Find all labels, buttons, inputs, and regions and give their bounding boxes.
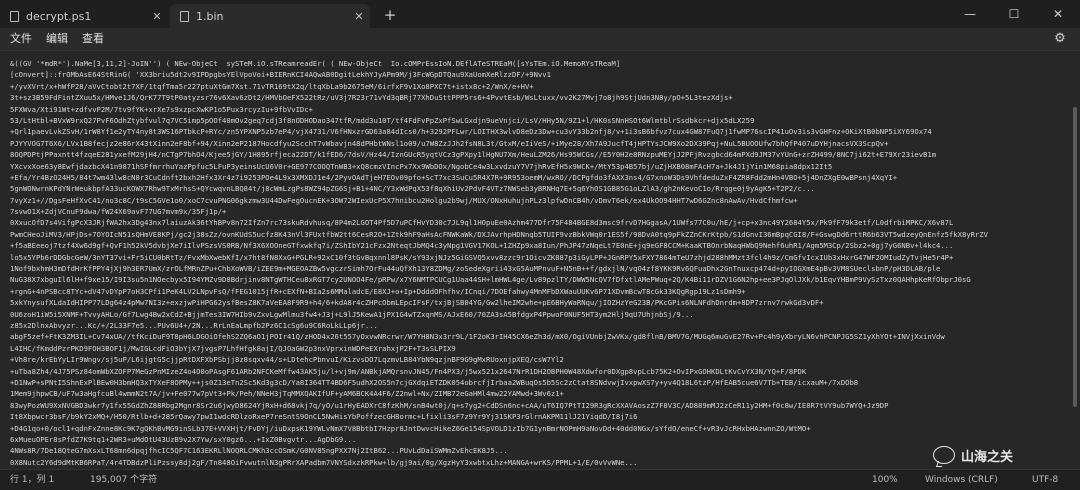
settings-gear-icon[interactable]: ⚙ <box>1052 31 1068 47</box>
code-line: 83wyPozWU9XxNVGBD3wkr7y1fx55GdZhZ88Rbg2M… <box>10 400 889 410</box>
code-line: 7svwO1X+ZdjVCnuF9dwa/fW24X69avF77UG7mvm9… <box>10 207 227 217</box>
document-icon <box>180 10 189 22</box>
chat-bubble-icon <box>933 446 955 464</box>
zoom-level[interactable]: 100% <box>872 470 898 490</box>
code-line: [cOnvert]::frOMbAsE64StRinG( 'XX3briu5dt… <box>10 70 551 80</box>
code-line: 6xMueuOPEr8sPfdZ7K9tq1+2WR3+uMdOtU43UzB9… <box>10 434 357 444</box>
code-line: NuG38X7xbguIl6lH+f9xe15/I9I3su5n1NOecbyx… <box>10 275 971 285</box>
code-line: lo5x5YPb6rDDGbcGeW/3nYT37vi+Fr5iCU0bRtTz… <box>10 252 954 262</box>
tab-title: decrypt.ps1 <box>26 9 92 23</box>
code-line: YXcvxXoe63y8EwfjdazbcX41n9871hSFfmrrhuYa… <box>10 161 833 171</box>
code-line: 3t+sz3B59FdFintZXuu5x/HMve1J6/QrK77T9tP0… <box>10 93 733 103</box>
document-icon <box>10 10 19 22</box>
menu-edit[interactable]: 编辑 <box>46 28 68 50</box>
new-tab-button[interactable]: + <box>380 6 400 24</box>
code-line: +f5aBEeeoj7tzf4Xw6d9gf+QvF1h52kV5dvbjXe7… <box>10 241 954 251</box>
code-line: 0XxucOfD7s4VifgPcX3JRjfWA2hx3Dg43nx7laiu… <box>10 218 954 228</box>
code-line: 0U6zoH1iW5i5XNMF+TvvyAHLo/Gf7Lwg4Bw2xCdZ… <box>10 309 694 319</box>
tab-close-icon[interactable]: ✕ <box>146 10 168 23</box>
code-line: 5FXWva/Xti91Wt+zdfvvP2M/7tv9fYK+xrXe7s9x… <box>10 104 313 114</box>
status-bar: 行 1，列 1 195,007 个字符 100% Windows (CRLF) … <box>0 469 1080 490</box>
code-line: 7vyXz1+//DgsFeHfXvC41/no3c8C/t9sC5GVe1o0… <box>10 195 798 205</box>
watermark: 山海之关 <box>933 443 1013 467</box>
code-line: +D4G1qo+0/ocl1+qdnFxZnne8Kc9K7gQKhBvMG9i… <box>10 423 811 433</box>
code-line: PJYYVOG7T6X6/LVx1B8fecjz2e86rX43tXinn2eF… <box>10 138 889 148</box>
code-line: +Efa/Yr4BzO24H5/84t7wm43lw8cN8r3CuCdnft2… <box>10 172 898 182</box>
code-line: 0X8Nutc2Y6d9dMtKB6RPaT/4r4TDBdzPliPzssy8… <box>10 457 638 467</box>
code-line: 5xkYnysufXLdaIdHIPP77LDg64z4pMw7NI3z+exz… <box>10 298 824 308</box>
code-line: L4IHC/fKmddPzrPKD9FOH3BOF1j/MwIGLcdFiO3b… <box>10 343 456 353</box>
code-line: 1Mem9jhpwCB/uF7w3aHgfcuBl4wmmN2t7A/jv+Fe… <box>10 389 564 399</box>
code-line: +D1NwP+sPNtI5ShnExPlBEw0H3bmHQ3xTYXeF8OP… <box>10 377 859 387</box>
code-text[interactable]: &((GV '*mdR*').NaMe[3,11,2]-JoIN'') ( NE… <box>10 58 1060 469</box>
code-line: +/yvXVrt/x+hWfP28/aVvCtobt2t7XF/1tqfTma5… <box>10 81 534 91</box>
text-editor[interactable]: &((GV '*mdR*').NaMe[3,11,2]-JoIN'') ( NE… <box>0 51 1080 469</box>
code-line: It8Xbpwcr3bsF/b9kY2xMQ+/H50/Rtlb+d+285rQ… <box>10 412 638 422</box>
watermark-text: 山海之关 <box>961 449 1014 465</box>
tab-close-icon[interactable]: ✕ <box>348 10 370 23</box>
minimize-button[interactable]: — <box>948 0 992 28</box>
character-count: 195,007 个字符 <box>90 475 158 485</box>
cursor-position: 行 1，列 1 <box>10 475 55 485</box>
tab-decrypt-ps1[interactable]: decrypt.ps1 ✕ <box>0 4 168 28</box>
code-line: 4NWs8R/7De18QteG7mXsxLT68mn6dpqjfhcIC5QF… <box>10 446 508 456</box>
code-line: z85x2DlnxAbvyzr...Kc/+/2L33F7e5...PUv6U4… <box>10 320 378 330</box>
code-line: abgF5zef+FtK3ZM3IL+Cv74xUA//tfKciDuF9T8p… <box>10 332 945 342</box>
code-line: 5gnWONwrnKPdYNrWeukbpfA33ucKOWX7Rhw9TxMr… <box>10 184 815 194</box>
code-line: 1Nof9bxhmH3mDfdHrKfPPY4jXj9h3ER7UmX/zrOL… <box>10 264 941 274</box>
code-line: +uTba8Zh4/4J75PSz84omWbXZOFP7MeGzPnMIzeZ… <box>10 366 807 376</box>
code-line: +Qrl1paevLvkZSvH/1rW8Yf1e2yTY4ny8t3WS16P… <box>10 127 932 137</box>
title-bar: decrypt.ps1 ✕ 1.bin ✕ + — ☐ ✕ <box>0 0 1080 28</box>
encoding[interactable]: UTF-8 <box>1032 470 1058 490</box>
close-window-button[interactable]: ✕ <box>1036 0 1080 28</box>
code-line: 53/LtHtbl+BVxW9rxQ27PvF6OdhZtybfvul7q7VC… <box>10 115 755 125</box>
tab-1-bin[interactable]: 1.bin ✕ <box>170 4 370 28</box>
tab-title: 1.bin <box>196 9 224 23</box>
vertical-scrollbar[interactable] <box>1073 107 1077 407</box>
code-line: 8OQPDPtjPPaxntt4fzqeE281yxefM29jH4/nCTgP… <box>10 150 937 160</box>
menu-view[interactable]: 查看 <box>82 28 104 50</box>
maximize-button[interactable]: ☐ <box>992 0 1036 28</box>
menu-file[interactable]: 文件 <box>10 28 32 50</box>
code-line: &((GV '*mdR*').NaMe[3,11,2]-JoIN'') ( NE… <box>10 59 621 68</box>
menu-bar: 文件 编辑 查看 ⚙ <box>0 28 1080 51</box>
code-line: +rgnG+4nPSBcc8TYc+dV47vDYpP7oH3CPfi1PeK4… <box>10 286 746 296</box>
line-ending[interactable]: Windows (CRLF) <box>925 470 998 490</box>
code-line: PwmCHeoJiMV3/HPjDs+7OYOIcN51sQHmVE8KPj/g… <box>10 229 988 239</box>
code-line: +Vh8re/krEbYyLIr9Wngv/sj5uP/L6ijgtG5cjjp… <box>10 355 564 365</box>
